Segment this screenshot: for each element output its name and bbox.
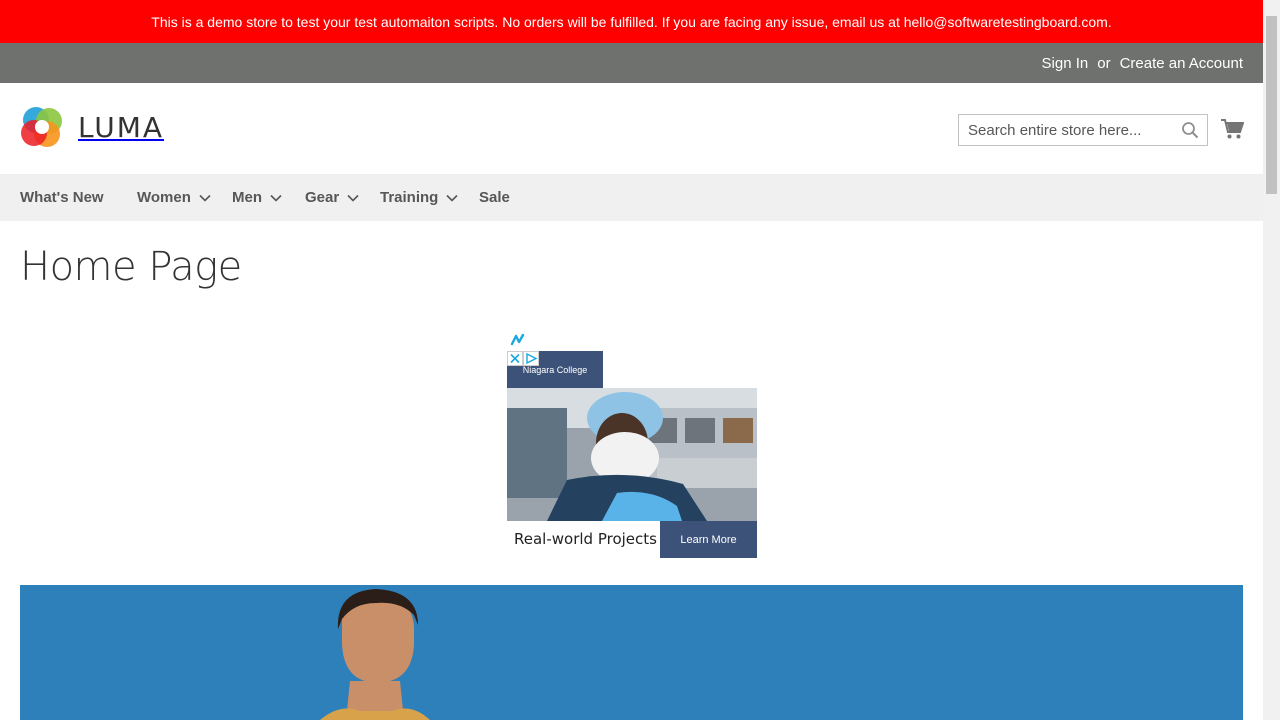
- sign-in-link[interactable]: Sign In: [1042, 55, 1089, 72]
- ad-learn-more-button[interactable]: Learn More: [660, 521, 757, 558]
- search-box: [958, 114, 1208, 146]
- luma-logo[interactable]: LUMA: [20, 105, 164, 149]
- hero-banner[interactable]: [20, 585, 1243, 720]
- create-account-link[interactable]: Create an Account: [1120, 55, 1243, 72]
- nav-item-label: Training: [380, 189, 439, 206]
- demo-notice-text: This is a demo store to test your test a…: [151, 13, 1112, 30]
- nav-item-label: Gear: [305, 189, 340, 206]
- nav-item-whats-new[interactable]: What's New: [20, 174, 104, 221]
- header-panel: Sign In or Create an Account: [0, 43, 1263, 83]
- nav-item-label: Sale: [479, 189, 510, 206]
- main-navigation: What's New Women Men Gear Training Sale: [0, 174, 1263, 221]
- cart-icon[interactable]: [1220, 118, 1244, 140]
- hero-image: [20, 585, 1243, 720]
- luma-logo-icon: [21, 107, 62, 147]
- ad-close-icon[interactable]: [507, 351, 523, 366]
- chevron-down-icon: [270, 194, 282, 202]
- ad-network-icon: [510, 333, 525, 346]
- nav-item-women[interactable]: Women: [137, 174, 211, 221]
- header-links-separator: or: [1097, 54, 1111, 72]
- header-content: LUMA: [0, 83, 1263, 174]
- nav-item-label: Women: [137, 189, 191, 206]
- nav-item-training[interactable]: Training: [380, 174, 458, 221]
- nav-item-men[interactable]: Men: [232, 174, 282, 221]
- luma-logo-text: LUMA: [78, 110, 165, 144]
- page-scrollbar[interactable]: [1263, 0, 1280, 720]
- ad-image[interactable]: [507, 388, 757, 521]
- scrollbar-thumb[interactable]: [1266, 16, 1277, 194]
- ad-tagline: Real-world Projects: [514, 530, 657, 548]
- demo-notice-banner: This is a demo store to test your test a…: [0, 0, 1263, 43]
- ad-footer: Real-world Projects Learn More: [507, 521, 757, 558]
- search-icon[interactable]: [1181, 121, 1199, 139]
- nav-item-gear[interactable]: Gear: [305, 174, 359, 221]
- chevron-down-icon: [347, 194, 359, 202]
- nav-item-label: What's New: [20, 189, 104, 206]
- advertisement[interactable]: Niagara College Real-world Projects Lear…: [507, 333, 757, 558]
- search-input[interactable]: [959, 115, 1169, 145]
- page-title: Home Page: [20, 244, 242, 290]
- ad-info-icon[interactable]: [523, 351, 539, 366]
- chevron-down-icon: [446, 194, 458, 202]
- nav-item-label: Men: [232, 189, 262, 206]
- nav-item-sale[interactable]: Sale: [479, 174, 510, 221]
- chevron-down-icon: [199, 194, 211, 202]
- header-links: Sign In or Create an Account: [1042, 43, 1243, 83]
